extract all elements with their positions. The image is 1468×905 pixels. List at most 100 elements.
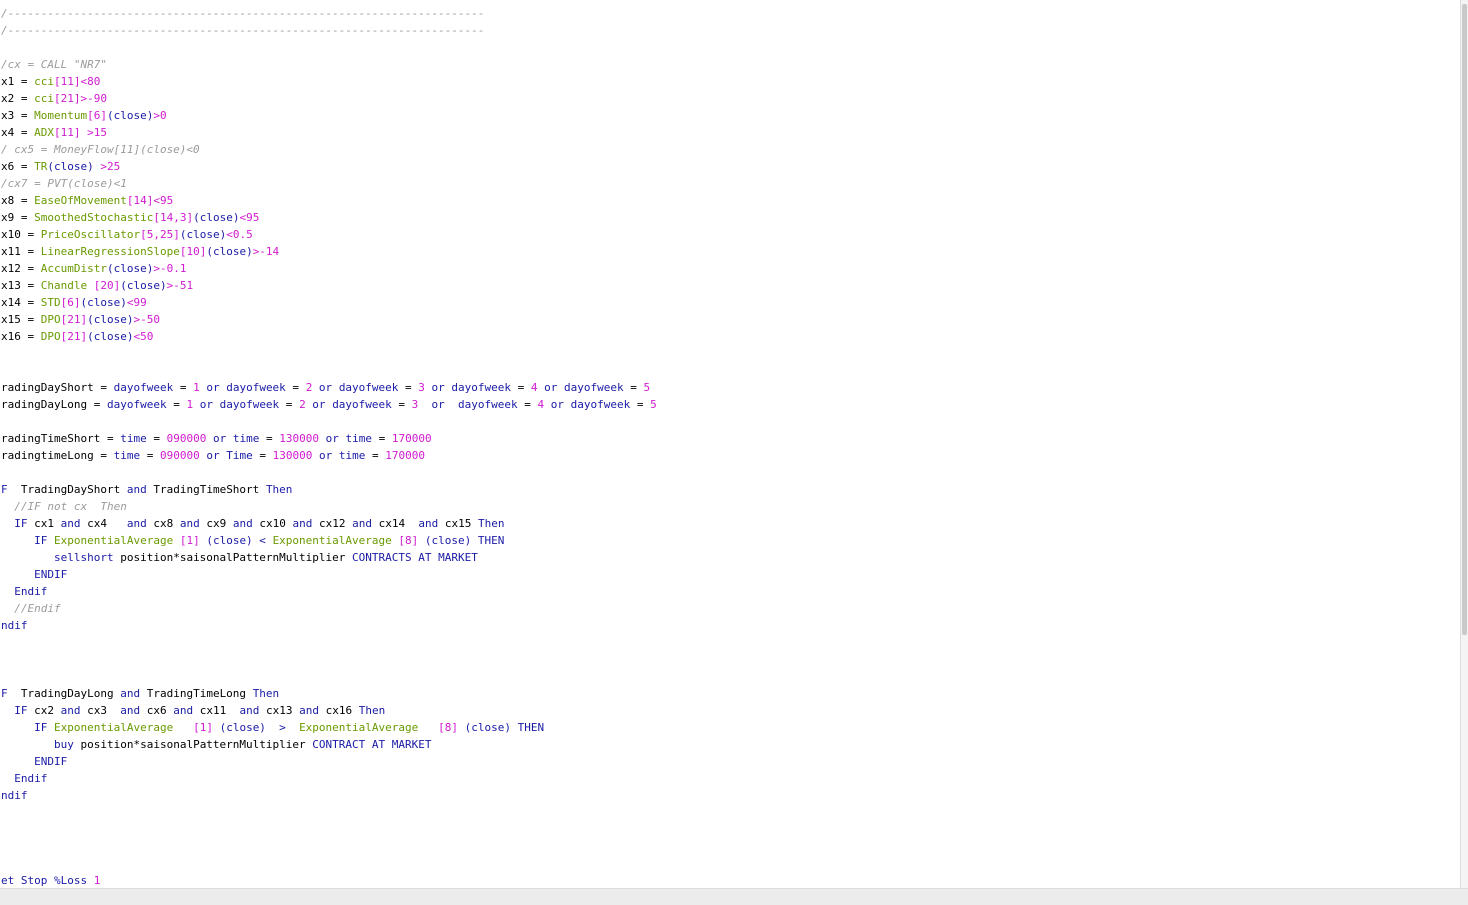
code-token: cx14 <box>371 517 419 530</box>
code-token: dayofweek <box>451 381 512 394</box>
code-token: PriceOscillator <box>40 228 141 241</box>
code-token: EaseOfMovement <box>34 194 127 207</box>
code-line: x15 = DPO[21](close)>-50 <box>1 311 657 328</box>
code-line: x9 = SmoothedStochastic[14,3](close)<95 <box>1 209 657 226</box>
code-token: IF <box>1 534 48 547</box>
code-token: (close) <box>106 262 154 275</box>
code-token: 170000 <box>391 432 432 445</box>
code-token: time <box>113 449 141 462</box>
code-line: x1 = cci[11]<80 <box>1 73 657 90</box>
code-token: = <box>173 381 194 394</box>
code-token: 3 <box>418 381 425 394</box>
code-token: x2 = <box>1 92 35 105</box>
code-token: ndif <box>1 789 28 802</box>
code-token: = <box>146 432 167 445</box>
code-token: = <box>252 449 273 462</box>
code-token: STD <box>40 296 61 309</box>
vertical-scrollbar[interactable] <box>1460 0 1468 888</box>
code-token: = <box>166 398 187 411</box>
code-token: and <box>239 704 260 717</box>
code-token: THEN <box>511 721 545 734</box>
code-token: ADX <box>34 126 54 139</box>
code-token: >25 <box>93 160 121 173</box>
code-token: or <box>312 449 339 462</box>
code-token: 4 <box>530 381 538 394</box>
code-token: or <box>424 381 452 394</box>
code-token: 090000 <box>166 432 207 445</box>
code-token: x13 = <box>1 279 41 292</box>
code-token: (close) <box>47 160 94 173</box>
code-token: x1 = <box>1 75 35 88</box>
code-line: Endif <box>1 770 657 787</box>
code-token: (close) <box>120 279 167 292</box>
code-token: cci <box>34 75 54 88</box>
code-token: Endif <box>1 772 48 785</box>
code-line: ndif <box>1 787 657 804</box>
code-token: 5 <box>643 381 651 394</box>
code-token: Endif <box>1 585 48 598</box>
code-token: x4 = <box>1 126 35 139</box>
code-token: buy <box>1 738 74 751</box>
code-token: sellshort <box>1 551 114 564</box>
code-token: THEN <box>471 534 505 547</box>
code-token: = <box>517 398 538 411</box>
code-token: /---------------------------------------… <box>1 24 485 37</box>
code-token: = <box>259 432 280 445</box>
code-token: x8 = <box>1 194 35 207</box>
code-token: //IF not cx Then <box>1 500 127 513</box>
code-token: = <box>511 381 531 394</box>
code-token: cx11 <box>193 704 240 717</box>
code-token: cx12 <box>312 517 353 530</box>
code-line: buy position*saisonalPatternMultiplier C… <box>1 736 657 753</box>
code-token: x16 = <box>1 330 41 343</box>
code-token: Chandle <box>40 279 88 292</box>
code-token: and <box>299 704 319 717</box>
code-token: cx3 <box>80 704 121 717</box>
code-token: 1 <box>193 381 200 394</box>
code-token: TradingTimeLong <box>140 687 253 700</box>
code-token: [21] <box>60 330 88 343</box>
code-line: x4 = ADX[11] >15 <box>1 124 657 141</box>
code-token: IF <box>1 721 48 734</box>
code-token: cx16 <box>318 704 359 717</box>
code-line: F TradingDayShort and TradingTimeShort T… <box>1 481 657 498</box>
code-editor[interactable]: /---------------------------------------… <box>0 0 1460 888</box>
code-token: > <box>265 721 300 734</box>
code-token: and <box>126 483 147 496</box>
code-token: [21]>-90 <box>54 92 107 105</box>
code-token: cx13 <box>259 704 300 717</box>
code-line: /cx = CALL "NR7" <box>1 56 657 73</box>
code-token: = <box>285 381 306 394</box>
code-token: Then <box>477 517 505 530</box>
vertical-scroll-thumb[interactable] <box>1462 4 1467 635</box>
code-token: and <box>179 517 200 530</box>
code-token: [10] <box>179 245 207 258</box>
code-line: IF cx1 and cx4 and cx8 and cx9 and cx10 … <box>1 515 657 532</box>
code-token: [8] <box>418 721 459 734</box>
code-token: [21] <box>60 313 88 326</box>
code-token: >-0.1 <box>153 262 187 275</box>
code-token: and <box>173 704 194 717</box>
code-token: [14]<95 <box>126 194 174 207</box>
code-token: IF <box>1 517 28 530</box>
code-token: x3 = <box>1 109 35 122</box>
code-token: (close) <box>458 721 512 734</box>
horizontal-scrollbar[interactable] <box>0 888 1468 905</box>
code-token: ExponentialAverage <box>272 534 392 547</box>
code-line: x3 = Momentum[6](close)>0 <box>1 107 657 124</box>
code-token: or <box>199 449 227 462</box>
code-token: DPO <box>40 313 61 326</box>
code-token: (close) <box>212 721 266 734</box>
code-token: (close) <box>179 228 227 241</box>
code-token: or <box>318 432 346 445</box>
code-token: TR <box>34 160 48 173</box>
code-token: 130000 <box>279 432 319 445</box>
code-token: /---------------------------------------… <box>1 7 485 20</box>
